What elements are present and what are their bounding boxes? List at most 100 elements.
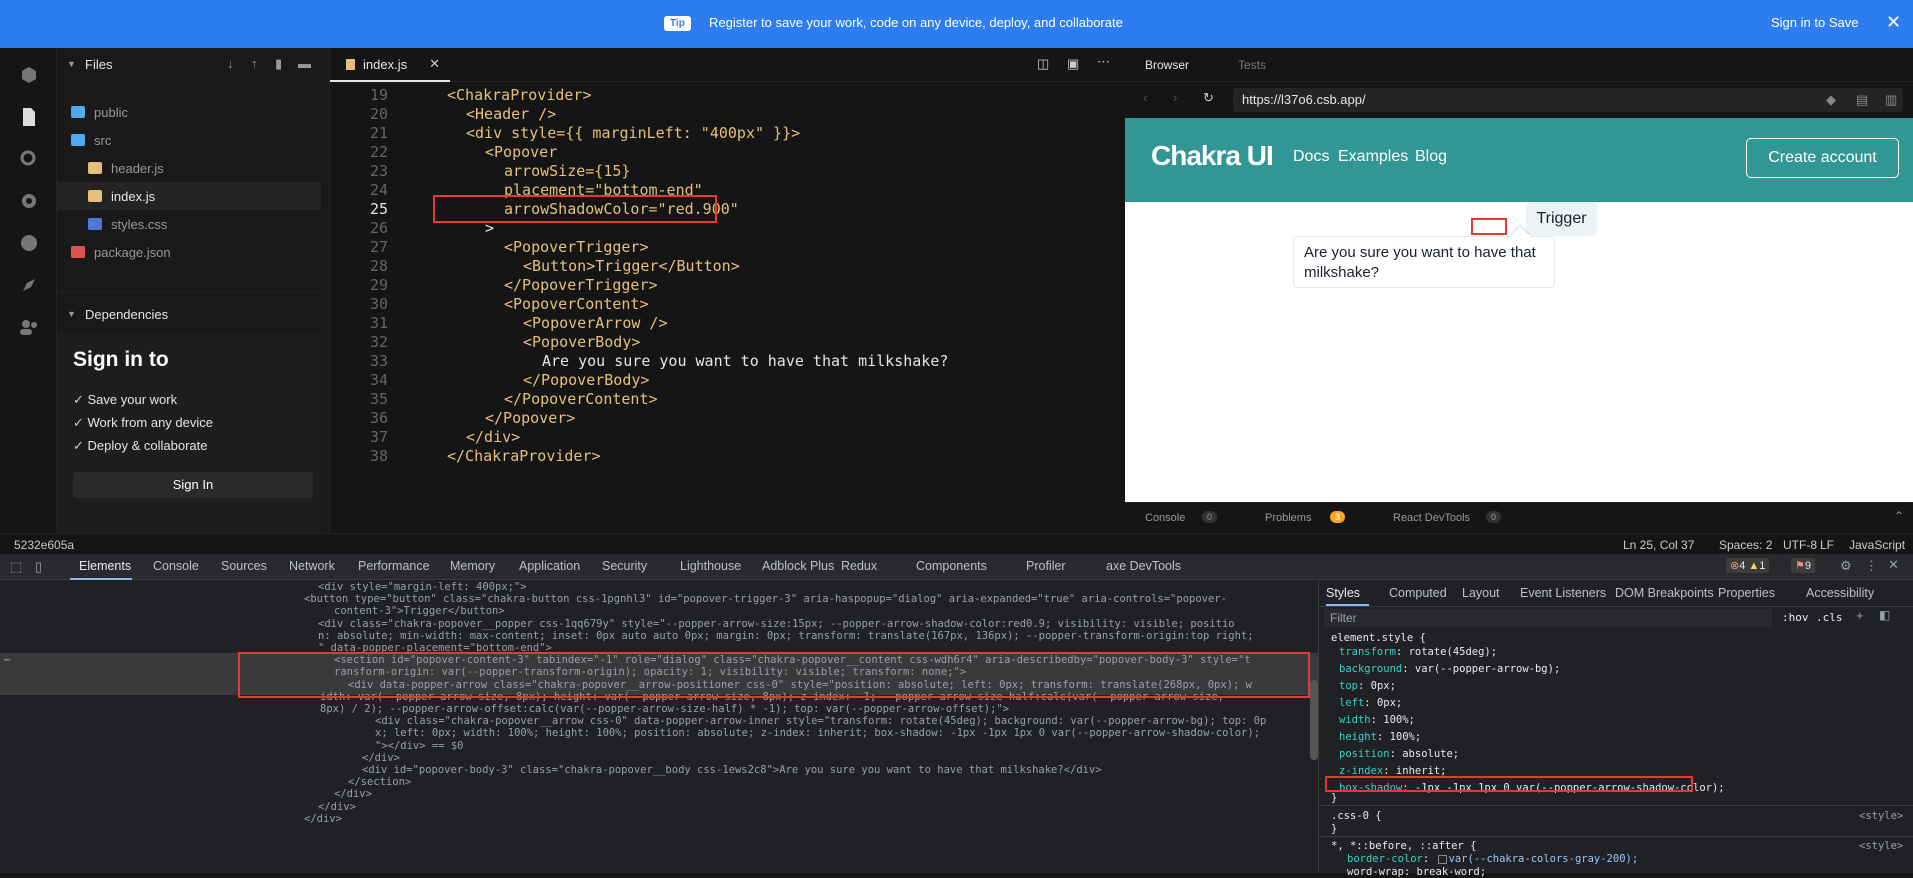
split-view-icon[interactable]: ◫ xyxy=(1037,56,1049,72)
devtools-tab-profiler[interactable]: Profiler xyxy=(1026,559,1066,573)
trigger-button[interactable]: Trigger xyxy=(1526,202,1597,236)
devtools-tab-axe-devtools[interactable]: axe DevTools xyxy=(1106,559,1181,573)
gear-icon[interactable] xyxy=(18,190,40,212)
styles-tab-styles[interactable]: Styles xyxy=(1326,586,1360,600)
code-line[interactable]: </Popover> xyxy=(485,409,575,427)
file-icon[interactable] xyxy=(18,106,40,128)
hov-toggle[interactable]: :hov xyxy=(1782,611,1809,624)
window-icon[interactable]: ▥ xyxy=(1885,92,1897,108)
file-item-styles-css[interactable]: styles.css xyxy=(57,210,321,238)
team-icon[interactable] xyxy=(18,316,40,338)
github-icon[interactable] xyxy=(18,232,40,254)
code-line[interactable]: </PopoverTrigger> xyxy=(504,276,658,294)
close-icon[interactable]: ✕ xyxy=(429,56,440,72)
preview-icon[interactable]: ▣ xyxy=(1067,56,1079,72)
style-source[interactable]: <style> xyxy=(1859,810,1903,822)
tab-tests[interactable]: Tests xyxy=(1238,58,1266,72)
dom-node-line[interactable]: <div style="margin-left: 400px;"> xyxy=(318,581,527,593)
code-line[interactable]: <div style={{ marginLeft: "400px" }}> xyxy=(466,124,800,142)
encoding[interactable]: UTF-8 xyxy=(1783,538,1817,552)
code-line[interactable]: </PopoverBody> xyxy=(523,371,649,389)
box-icon[interactable] xyxy=(18,64,40,86)
arrow-up-icon[interactable]: ↑ xyxy=(251,56,258,71)
chevron-down-icon[interactable]: ▼ xyxy=(67,309,76,319)
devtools-tab-performance[interactable]: Performance xyxy=(358,559,430,573)
elements-panel[interactable]: ⋯ <div style="margin-left: 400px;"> <butt… xyxy=(0,580,1318,873)
devtools-tab-security[interactable]: Security xyxy=(602,559,647,573)
dom-node-line[interactable]: </div> xyxy=(362,752,400,764)
sign-in-button[interactable]: Sign In xyxy=(73,472,313,498)
cursor-position[interactable]: Ln 25, Col 37 xyxy=(1623,538,1694,552)
devtools-icon[interactable]: ◆ xyxy=(1826,92,1836,108)
dom-node-line[interactable]: 8px) / 2); --popper-arrow-offset:calc(va… xyxy=(320,703,1009,715)
arrow-down-icon[interactable]: ↓ xyxy=(227,56,234,71)
styles-tab-event-listeners[interactable]: Event Listeners xyxy=(1520,586,1606,600)
file-item-header-js[interactable]: header.js xyxy=(57,154,321,182)
devtools-tab-network[interactable]: Network xyxy=(289,559,335,573)
issues-counter[interactable]: ⚑9 xyxy=(1791,558,1815,573)
device-toolbar-icon[interactable]: ▯ xyxy=(35,559,42,575)
css-declaration[interactable]: width: 100%; xyxy=(1339,714,1415,726)
line-ending[interactable]: LF xyxy=(1820,538,1834,552)
dom-node-line[interactable]: </div> xyxy=(334,788,372,800)
dom-node-line[interactable]: </div> xyxy=(318,801,356,813)
file-item-src[interactable]: src xyxy=(57,126,321,154)
code-line[interactable]: <PopoverArrow /> xyxy=(523,314,668,332)
more-icon[interactable]: ⋯ xyxy=(1097,54,1110,70)
gear-icon[interactable]: ⚙ xyxy=(1840,558,1852,574)
dom-node-line[interactable]: content-3">Trigger</button> xyxy=(334,605,505,617)
search-icon[interactable] xyxy=(18,148,40,170)
css-declaration[interactable]: position: absolute; xyxy=(1339,748,1459,760)
css-declaration[interactable]: transform: rotate(45deg); xyxy=(1339,646,1497,658)
code-line[interactable]: </div> xyxy=(466,428,520,446)
react-devtools-tab[interactable]: React DevTools xyxy=(1393,512,1470,524)
new-file-icon[interactable]: ▮ xyxy=(275,56,282,72)
error-warning-counter[interactable]: ⊗4 ▲1 xyxy=(1726,558,1770,573)
url-bar[interactable]: https://l37o6.csb.app/ xyxy=(1233,88,1903,112)
indent-setting[interactable]: Spaces: 2 xyxy=(1719,538,1772,552)
create-account-button[interactable]: Create account xyxy=(1746,138,1899,178)
more-icon[interactable]: ⋯ xyxy=(4,654,10,666)
devtools-tab-adblock-plus[interactable]: Adblock Plus xyxy=(762,559,834,573)
code-line[interactable]: <Popover xyxy=(485,143,557,161)
css-declaration[interactable]: height: 100%; xyxy=(1339,731,1421,743)
language-mode[interactable]: JavaScript xyxy=(1849,538,1905,552)
forward-icon[interactable]: › xyxy=(1173,90,1177,105)
back-icon[interactable]: ‹ xyxy=(1143,90,1147,105)
style-source[interactable]: <style> xyxy=(1859,840,1903,852)
devtools-tab-memory[interactable]: Memory xyxy=(450,559,495,573)
devtools-tab-console[interactable]: Console xyxy=(153,559,199,573)
dom-node-line[interactable]: <div class="chakra-popover__popper css-1… xyxy=(318,618,1235,630)
css-declaration[interactable]: left: 0px; xyxy=(1339,697,1402,709)
code-line[interactable]: <PopoverTrigger> xyxy=(504,238,649,256)
dom-node-line[interactable]: </div> xyxy=(304,813,342,825)
chevron-up-icon[interactable]: ⌃ xyxy=(1894,509,1904,523)
file-item-package-json[interactable]: package.json xyxy=(57,238,321,266)
problems-tab[interactable]: Problems xyxy=(1265,512,1311,524)
dom-node-line[interactable]: n: absolute; min-width: max-content; ins… xyxy=(318,630,1254,642)
file-item-index-js[interactable]: index.js xyxy=(57,182,321,210)
scrollbar-thumb[interactable] xyxy=(1310,680,1318,760)
styles-tab-properties[interactable]: Properties xyxy=(1718,586,1775,600)
nav-link-docs[interactable]: Docs xyxy=(1293,148,1329,166)
more-vertical-icon[interactable]: ⋮ xyxy=(1865,558,1878,574)
dom-node-line[interactable]: "></div> == $0 xyxy=(375,740,464,752)
refresh-icon[interactable]: ↻ xyxy=(1203,90,1214,106)
rocket-icon[interactable] xyxy=(18,274,40,296)
sidebar-toggle-icon[interactable]: ◧ xyxy=(1879,608,1890,622)
devtools-tab-lighthouse[interactable]: Lighthouse xyxy=(680,559,741,573)
dom-node-line[interactable]: <div class="chakra-popover__arrow css-0"… xyxy=(375,715,1266,727)
code-line[interactable]: <ChakraProvider> xyxy=(447,86,592,104)
css-declaration[interactable]: word-wrap: break-word; xyxy=(1347,866,1486,878)
styles-tab-dom-breakpoints[interactable]: DOM Breakpoints xyxy=(1615,586,1714,600)
code-line[interactable]: <Header /> xyxy=(466,105,556,123)
code-line[interactable]: <PopoverContent> xyxy=(504,295,649,313)
tab-index-js[interactable]: index.js ✕ xyxy=(330,48,450,82)
code-line[interactable]: <PopoverBody> xyxy=(523,333,640,351)
chevron-down-icon[interactable]: ▼ xyxy=(67,59,76,69)
css-declaration[interactable]: top: 0px; xyxy=(1339,680,1396,692)
devtools-tab-elements[interactable]: Elements xyxy=(79,559,131,573)
nav-link-examples[interactable]: Examples xyxy=(1338,148,1408,166)
code-line[interactable]: <Button>Trigger</Button> xyxy=(523,257,740,275)
devtools-tab-components[interactable]: Components xyxy=(916,559,987,573)
